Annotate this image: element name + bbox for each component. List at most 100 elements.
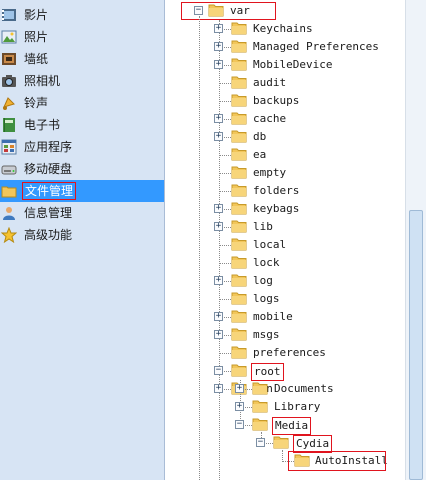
tree-connector bbox=[219, 101, 231, 102]
folder-icon bbox=[1, 183, 17, 199]
sidebar-item-photo[interactable]: 照片 bbox=[0, 26, 164, 48]
sidebar-item-camera[interactable]: 照相机 bbox=[0, 70, 164, 92]
highlight-box bbox=[288, 451, 386, 471]
tree-connector bbox=[219, 299, 231, 300]
tree-connector bbox=[219, 155, 231, 156]
expand-icon[interactable]: + bbox=[214, 222, 223, 231]
tree-node-logs[interactable]: logs bbox=[251, 291, 282, 307]
expand-icon[interactable]: + bbox=[214, 132, 223, 141]
tree-connector bbox=[219, 245, 231, 246]
tree-node-mobiledevice[interactable]: MobileDevice bbox=[251, 57, 334, 73]
star-icon bbox=[0, 226, 18, 244]
sidebar-item-wallpaper[interactable]: 墙纸 bbox=[0, 48, 164, 70]
tree-connector bbox=[219, 20, 220, 480]
contacts-icon bbox=[1, 205, 17, 221]
tree-node-folders[interactable]: folders bbox=[251, 183, 301, 199]
folder-icon bbox=[231, 200, 248, 216]
sidebar-item-label: 电子书 bbox=[24, 118, 61, 132]
scrollbar-thumb[interactable] bbox=[409, 210, 423, 480]
tree-node-log[interactable]: log bbox=[251, 273, 275, 289]
folder-icon bbox=[231, 92, 248, 108]
tree-node-msgs[interactable]: msgs bbox=[251, 327, 282, 343]
wallpaper-icon bbox=[1, 51, 17, 67]
ebook-icon bbox=[1, 117, 17, 133]
tree-node-mobile[interactable]: mobile bbox=[251, 309, 295, 325]
expand-icon[interactable]: + bbox=[214, 204, 223, 213]
tree-connector bbox=[219, 83, 231, 84]
tree-node-audit[interactable]: audit bbox=[251, 75, 288, 91]
expand-icon[interactable]: + bbox=[235, 402, 244, 411]
tree-node-library[interactable]: Library bbox=[272, 399, 322, 415]
tree-node-cache[interactable]: cache bbox=[251, 111, 288, 127]
sidebar-item-label: 信息管理 bbox=[24, 206, 73, 220]
expand-icon[interactable]: + bbox=[235, 384, 244, 393]
folder-icon bbox=[231, 146, 248, 162]
expand-icon[interactable]: + bbox=[214, 60, 223, 69]
folder-icon bbox=[231, 20, 248, 36]
sidebar-item-ebook[interactable]: 电子书 bbox=[0, 114, 164, 136]
ringtone-icon bbox=[1, 95, 17, 111]
folder-icon bbox=[231, 308, 248, 324]
sidebar-item-star[interactable]: 高级功能 bbox=[0, 224, 164, 246]
expand-icon[interactable]: + bbox=[214, 330, 223, 339]
expand-icon[interactable]: + bbox=[214, 276, 223, 285]
tree-connector bbox=[219, 191, 231, 192]
tree-node-keychains[interactable]: Keychains bbox=[251, 21, 315, 37]
tree-connector bbox=[199, 16, 200, 480]
collapse-icon[interactable]: − bbox=[214, 366, 223, 375]
sidebar-item-ringtone[interactable]: 铃声 bbox=[0, 92, 164, 114]
tree-connector bbox=[219, 263, 231, 264]
sidebar-item-apps[interactable]: 应用程序 bbox=[0, 136, 164, 158]
folder-icon bbox=[273, 434, 290, 450]
sidebar-item-label: 铃声 bbox=[24, 96, 49, 110]
tree-node-media[interactable]: Media bbox=[272, 417, 312, 435]
folder-icon bbox=[231, 254, 248, 270]
sidebar-item-disk[interactable]: 移动硬盘 bbox=[0, 158, 164, 180]
tree-node-local[interactable]: local bbox=[251, 237, 288, 253]
tree-node-documents[interactable]: Documents bbox=[272, 381, 336, 397]
expand-icon[interactable]: + bbox=[214, 312, 223, 321]
folder-icon bbox=[231, 362, 248, 378]
photo-icon bbox=[1, 29, 17, 45]
tree-node-ea[interactable]: ea bbox=[251, 147, 268, 163]
tree-node-root[interactable]: root bbox=[251, 363, 284, 381]
tree-node-backups[interactable]: backups bbox=[251, 93, 301, 109]
tree-node-empty[interactable]: empty bbox=[251, 165, 288, 181]
sidebar-item-label: 应用程序 bbox=[24, 140, 73, 154]
expand-icon[interactable]: + bbox=[214, 24, 223, 33]
folder-icon bbox=[252, 416, 269, 432]
sidebar-item-label: 移动硬盘 bbox=[24, 162, 73, 176]
folder-icon bbox=[231, 344, 248, 360]
disk-icon bbox=[1, 161, 17, 177]
folder-icon bbox=[231, 164, 248, 180]
tree-node-preferences[interactable]: preferences bbox=[251, 345, 328, 361]
folder-icon bbox=[252, 398, 269, 414]
expand-icon[interactable]: + bbox=[214, 42, 223, 51]
sidebar-item-label: 墙纸 bbox=[24, 52, 49, 66]
tree-node-lock[interactable]: lock bbox=[251, 255, 282, 271]
sidebar-item-folder[interactable]: 文件管理 bbox=[0, 180, 164, 202]
sidebar-item-label: 高级功能 bbox=[24, 228, 73, 242]
tree-node-lib[interactable]: lib bbox=[251, 219, 275, 235]
folder-icon bbox=[231, 38, 248, 54]
video-icon bbox=[1, 7, 17, 23]
folder-icon bbox=[231, 290, 248, 306]
highlight-box bbox=[181, 2, 276, 20]
sidebar-item-video[interactable]: 影片 bbox=[0, 4, 164, 26]
vertical-scrollbar[interactable] bbox=[405, 0, 426, 480]
sidebar-item-contacts[interactable]: 信息管理 bbox=[0, 202, 164, 224]
tree-node-db[interactable]: db bbox=[251, 129, 268, 145]
tree-node-managed-preferences[interactable]: Managed Preferences bbox=[251, 39, 381, 55]
sidebar-item-label: 照片 bbox=[24, 30, 49, 44]
folder-icon bbox=[231, 110, 248, 126]
tree-node-keybags[interactable]: keybags bbox=[251, 201, 301, 217]
collapse-icon[interactable]: − bbox=[235, 420, 244, 429]
expand-icon[interactable]: + bbox=[214, 384, 223, 393]
folder-icon bbox=[231, 218, 248, 234]
collapse-icon[interactable]: − bbox=[256, 438, 265, 447]
sidebar-item-label: 文件管理 bbox=[22, 182, 77, 200]
folder-icon bbox=[231, 74, 248, 90]
expand-icon[interactable]: + bbox=[214, 114, 223, 123]
folder-icon bbox=[231, 236, 248, 252]
sidebar-item-label: 照相机 bbox=[24, 74, 61, 88]
